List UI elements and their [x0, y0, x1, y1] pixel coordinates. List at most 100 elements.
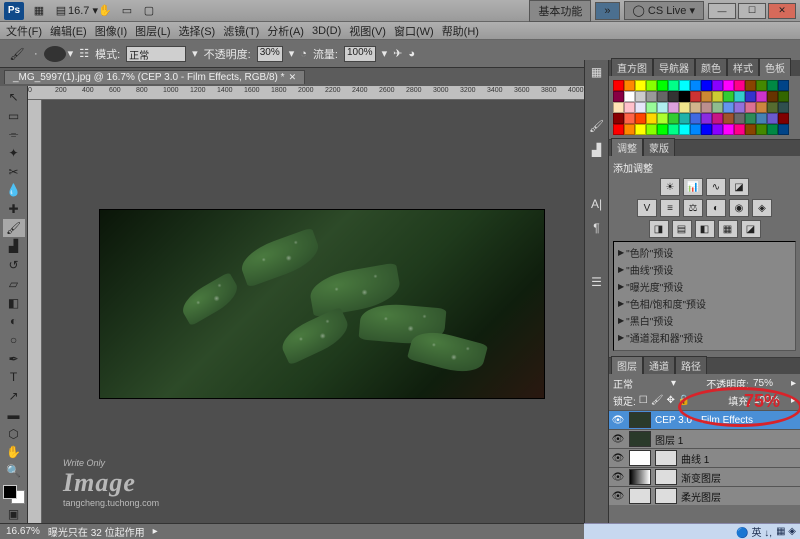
- opacity-value[interactable]: 30%: [257, 46, 283, 62]
- swatch[interactable]: [668, 102, 679, 113]
- history-brush-tool[interactable]: ↺: [3, 256, 25, 274]
- swatch[interactable]: [624, 102, 635, 113]
- swatch[interactable]: [712, 124, 723, 135]
- adj-poster[interactable]: ▤: [672, 220, 692, 238]
- preset-item[interactable]: ▶"色阶"预设: [616, 244, 793, 261]
- tab-swatches[interactable]: 色板: [759, 58, 791, 76]
- lock-pos-icon[interactable]: ✥: [666, 395, 674, 406]
- cslive-button[interactable]: ◯ CS Live ▾: [624, 1, 704, 20]
- lasso-tool[interactable]: ⌯: [3, 125, 25, 143]
- swatch[interactable]: [723, 80, 734, 91]
- swatch[interactable]: [734, 80, 745, 91]
- adj-levels[interactable]: 📊: [683, 178, 703, 196]
- menu-file[interactable]: 文件(F): [6, 23, 42, 39]
- tab-masks[interactable]: 蒙版: [643, 138, 675, 156]
- adj-hue[interactable]: ≡: [660, 199, 680, 217]
- lock-trans-icon[interactable]: ☐: [639, 395, 648, 406]
- gradient-tool[interactable]: ◧: [3, 294, 25, 312]
- marquee-tool[interactable]: ▭: [3, 107, 25, 125]
- swatch[interactable]: [635, 102, 646, 113]
- hand-icon[interactable]: ✋: [96, 3, 114, 19]
- document-tab[interactable]: _MG_5997(1).jpg @ 16.7% (CEP 3.0 - Film …: [4, 70, 305, 84]
- swatch[interactable]: [646, 113, 657, 124]
- swatch[interactable]: [767, 124, 778, 135]
- swatch[interactable]: [690, 80, 701, 91]
- tab-styles[interactable]: 样式: [727, 58, 759, 76]
- swatch[interactable]: [613, 124, 624, 135]
- menu-edit[interactable]: 编辑(E): [50, 23, 87, 39]
- bridge-icon[interactable]: ▦: [30, 3, 48, 19]
- swatch[interactable]: [690, 102, 701, 113]
- 3d-tool[interactable]: ⬡: [3, 425, 25, 443]
- arrange-icon[interactable]: ▭: [118, 3, 136, 19]
- brush-preset[interactable]: ▾: [44, 46, 74, 62]
- window-maximize[interactable]: ☐: [738, 3, 766, 19]
- swatch[interactable]: [723, 113, 734, 124]
- visibility-icon[interactable]: 👁: [611, 472, 625, 483]
- lock-pixels-icon[interactable]: 🖌: [651, 395, 664, 406]
- tab-layers[interactable]: 图层: [611, 356, 643, 374]
- swatch[interactable]: [624, 91, 635, 102]
- ime-icon[interactable]: 🔵 英 ↓,: [736, 524, 772, 539]
- swatch[interactable]: [690, 113, 701, 124]
- swatch[interactable]: [624, 80, 635, 91]
- heal-tool[interactable]: ✚: [3, 200, 25, 218]
- swatch[interactable]: [701, 113, 712, 124]
- menu-view[interactable]: 视图(V): [349, 23, 386, 39]
- window-minimize[interactable]: —: [708, 3, 736, 19]
- preset-list[interactable]: ▶"色阶"预设▶"曲线"预设▶"曝光度"预设▶"色相/饱和度"预设▶"黑白"预设…: [613, 241, 796, 351]
- adj-vibrance[interactable]: V: [637, 199, 657, 217]
- swatch[interactable]: [734, 91, 745, 102]
- blend-mode[interactable]: 正常: [613, 376, 667, 391]
- menu-help[interactable]: 帮助(H): [442, 23, 479, 39]
- swatch[interactable]: [657, 124, 668, 135]
- airbrush-icon[interactable]: ✈: [393, 47, 402, 60]
- eyedropper-tool[interactable]: 💧: [3, 182, 25, 200]
- swatch[interactable]: [756, 113, 767, 124]
- swatch[interactable]: [745, 124, 756, 135]
- swatch[interactable]: [701, 80, 712, 91]
- swatch[interactable]: [734, 113, 745, 124]
- pressure-size-icon[interactable]: ◕: [408, 48, 415, 60]
- preset-item[interactable]: ▶"通道混和器"预设: [616, 329, 793, 346]
- icon-char[interactable]: A|: [585, 192, 608, 216]
- swatch[interactable]: [712, 102, 723, 113]
- eraser-tool[interactable]: ▱: [3, 275, 25, 293]
- swatch[interactable]: [756, 91, 767, 102]
- adj-bw[interactable]: ◐: [706, 199, 726, 217]
- mode-select[interactable]: 正常: [126, 46, 186, 62]
- preset-item[interactable]: ▶"黑白"预设: [616, 312, 793, 329]
- preset-item[interactable]: ▶"色相/饱和度"预设: [616, 295, 793, 312]
- swatch[interactable]: [701, 102, 712, 113]
- adj-invert[interactable]: ◨: [649, 220, 669, 238]
- adj-mixer[interactable]: ◈: [752, 199, 772, 217]
- icon-history[interactable]: ☰: [585, 270, 608, 294]
- swatch[interactable]: [701, 91, 712, 102]
- adj-photo[interactable]: ◉: [729, 199, 749, 217]
- swatch[interactable]: [679, 124, 690, 135]
- swatch[interactable]: [778, 91, 789, 102]
- path-tool[interactable]: ↗: [3, 387, 25, 405]
- swatch[interactable]: [624, 124, 635, 135]
- tab-histogram[interactable]: 直方图: [611, 58, 653, 76]
- swatch[interactable]: [767, 102, 778, 113]
- swatch[interactable]: [778, 113, 789, 124]
- zoom-tool[interactable]: 🔍: [3, 462, 25, 480]
- swatch[interactable]: [646, 124, 657, 135]
- adj-selcolor[interactable]: ◪: [741, 220, 761, 238]
- adj-balance[interactable]: ⚖: [683, 199, 703, 217]
- visibility-icon[interactable]: 👁: [611, 453, 625, 464]
- swatch[interactable]: [635, 91, 646, 102]
- swatch[interactable]: [657, 102, 668, 113]
- brush-tool[interactable]: 🖌: [3, 219, 25, 237]
- swatch[interactable]: [778, 80, 789, 91]
- swatch[interactable]: [778, 124, 789, 135]
- swatch[interactable]: [745, 80, 756, 91]
- swatch[interactable]: [635, 80, 646, 91]
- swatch[interactable]: [767, 91, 778, 102]
- swatch[interactable]: [668, 80, 679, 91]
- swatch[interactable]: [679, 91, 690, 102]
- workspace-switcher[interactable]: 基本功能: [529, 0, 591, 22]
- menu-analysis[interactable]: 分析(A): [267, 23, 304, 39]
- icon-clone[interactable]: ▟: [585, 138, 608, 162]
